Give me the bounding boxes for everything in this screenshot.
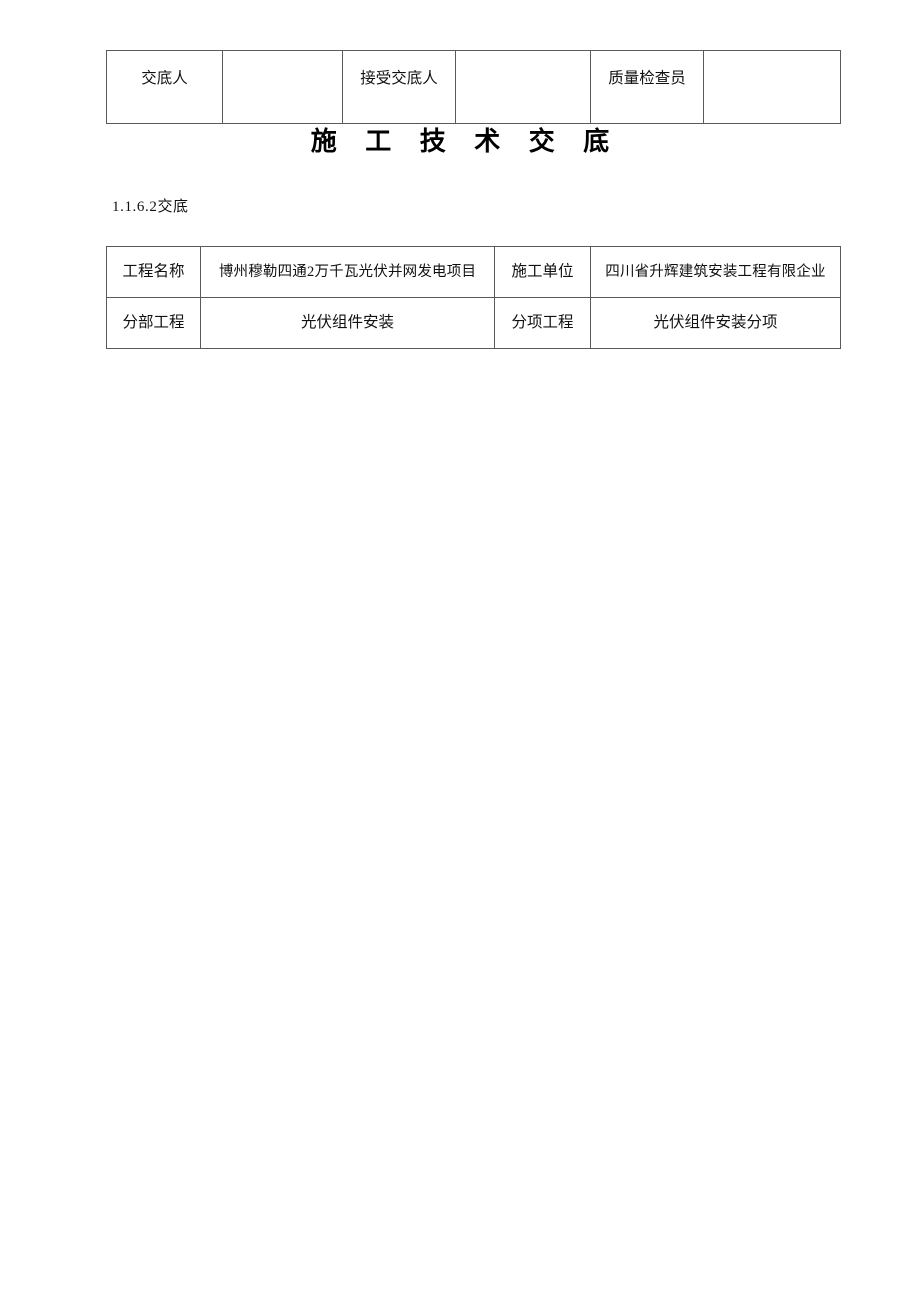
signature-cell-presenter-value[interactable] [222, 50, 343, 124]
signature-cell-receiver-value[interactable] [455, 50, 591, 124]
subitem-work-label: 分项工程 [494, 297, 591, 349]
division-work-value: 光伏组件安装 [200, 297, 495, 349]
signature-cell-inspector-value[interactable] [703, 50, 841, 124]
project-info-table: 工程名称 博州穆勒四通2万千瓦光伏并网发电项目 施工单位 四川省升辉建筑安装工程… [106, 246, 841, 349]
table-row: 工程名称 博州穆勒四通2万千瓦光伏并网发电项目 施工单位 四川省升辉建筑安装工程… [106, 246, 841, 298]
project-name-value: 博州穆勒四通2万千瓦光伏并网发电项目 [200, 246, 495, 298]
subitem-work-value: 光伏组件安装分项 [590, 297, 841, 349]
signature-cell-inspector-label: 质量检查员 [590, 50, 704, 124]
signature-cell-receiver-label: 接受交底人 [342, 50, 456, 124]
table-row: 分部工程 光伏组件安装 分项工程 光伏组件安装分项 [106, 297, 841, 349]
construction-unit-label: 施工单位 [494, 246, 591, 298]
signature-cell-presenter-label: 交底人 [106, 50, 223, 124]
construction-unit-value: 四川省升辉建筑安装工程有限企业 [590, 246, 841, 298]
table-row: 交底人 接受交底人 质量检查员 [106, 50, 841, 124]
project-name-label: 工程名称 [106, 246, 201, 298]
page-title: 施 工 技 术 交 底 [310, 127, 621, 156]
section-heading: 1.1.6.2交底 [112, 199, 189, 215]
signature-table: 交底人 接受交底人 质量检查员 [106, 50, 841, 124]
division-work-label: 分部工程 [106, 297, 201, 349]
document-page: 交底人 接受交底人 质量检查员 施 工 技 术 交 底 1.1.6.2交底 工程… [0, 0, 920, 1302]
